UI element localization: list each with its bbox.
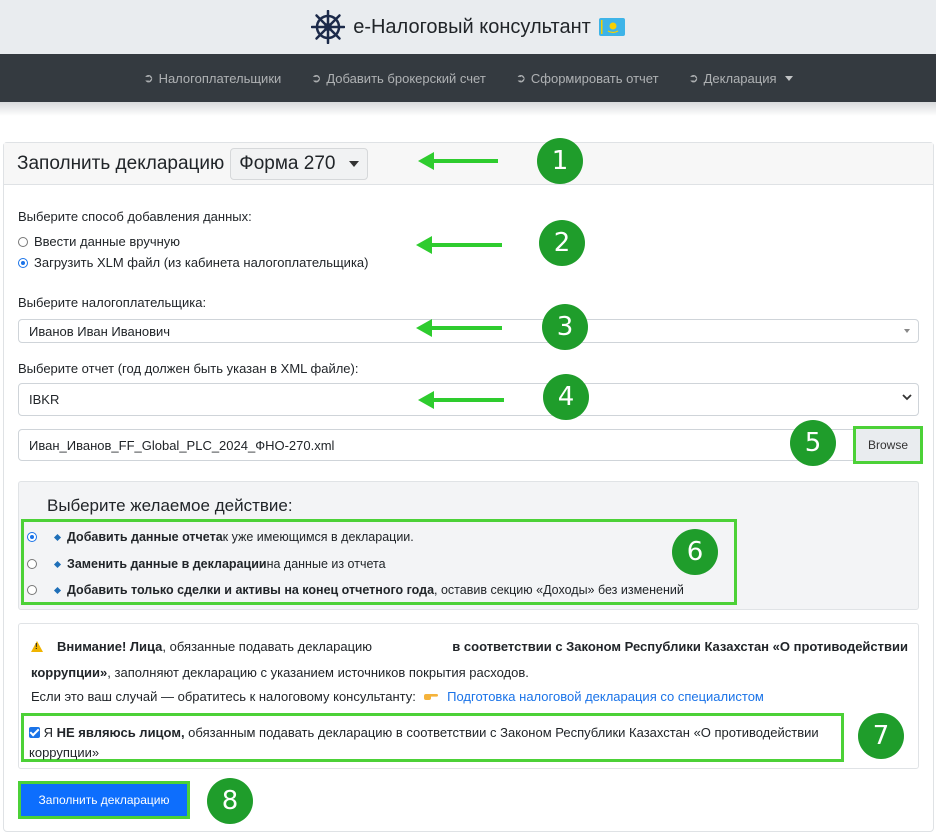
nav-item-add-broker-account[interactable]: ➲ Добавить брокерский счет <box>311 71 486 86</box>
diamond-bullet-icon <box>53 560 62 568</box>
radio-button[interactable] <box>27 585 37 595</box>
radio-button-checked[interactable] <box>18 257 28 268</box>
action-option-text: на данные из отчета <box>266 557 386 571</box>
form-type-dropdown[interactable]: Форма 270 <box>230 147 369 180</box>
annotation-badge-1: 1 <box>537 138 583 184</box>
warning-panel: Внимание! Лица, обязанные подавать декла… <box>18 623 919 769</box>
warning-line-3: Если это ваш случай — обратитесь к налог… <box>31 689 764 704</box>
warning-line-1-start: Внимание! Лица, обязанные подавать декла… <box>31 639 372 654</box>
caret-down-icon <box>784 75 793 81</box>
report-label: Выберите отчет (год должен быть указан в… <box>18 361 359 376</box>
annotation-badge-8: 8 <box>207 778 253 824</box>
action-panel: Выберите желаемое действие: Добавить дан… <box>18 481 919 610</box>
ship-wheel-icon <box>311 10 346 44</box>
kazakhstan-flag-icon <box>598 18 625 36</box>
warning-text: Если это ваш случай — обратитесь к налог… <box>31 689 416 704</box>
diamond-bullet-icon <box>53 586 62 594</box>
chevron-down-icon <box>902 394 912 401</box>
method-option-label: Ввести данные вручную <box>34 234 181 249</box>
submit-highlight: Заполнить декларацию <box>18 781 190 819</box>
annotation-badge-2: 2 <box>539 220 585 266</box>
confirm-row[interactable]: Я НЕ являюсь лицом, обязанным подавать д… <box>29 725 819 740</box>
method-option-manual[interactable]: Ввести данные вручную <box>18 234 180 249</box>
confirm-line-2: коррупции» <box>29 745 100 760</box>
confirm-checkbox[interactable] <box>29 727 40 738</box>
action-option-text: , оставив секцию «Доходы» без изменений <box>434 583 684 597</box>
warning-bold: Внимание! Лица <box>57 639 163 654</box>
refresh-arrow-icon: ➲ <box>688 71 699 85</box>
annotation-badge-5: 5 <box>790 420 836 466</box>
fill-declaration-button[interactable]: Заполнить декларацию <box>21 784 187 816</box>
browse-button[interactable]: Browse <box>853 426 923 464</box>
refresh-arrow-icon: ➲ <box>143 71 154 85</box>
annotation-badge-6: 6 <box>672 529 718 575</box>
annotation-arrow-2 <box>416 236 502 254</box>
form-type-value: Форма 270 <box>239 152 336 174</box>
warning-line-2: коррупции», заполняют декларацию с указа… <box>31 665 529 680</box>
action-option-replace[interactable]: Заменить данные в декларации на данные и… <box>27 557 386 571</box>
taxpayer-label: Выберите налогоплательщика: <box>18 295 207 310</box>
nav-item-declaration-dropdown[interactable]: ➲ Декларация <box>689 71 793 86</box>
annotation-arrow-1 <box>418 152 498 170</box>
top-bar: е-Налоговый консультант <box>0 0 936 54</box>
refresh-arrow-icon: ➲ <box>515 71 526 85</box>
confirm-text: Я <box>43 725 57 740</box>
taxpayer-value: Иванов Иван Иванович <box>29 323 171 339</box>
action-option-text: к уже имеющимся в декларации. <box>222 530 414 544</box>
annotation-badge-7: 7 <box>858 713 904 759</box>
file-input[interactable]: Иван_Иванов_FF_Global_PLC_2024_ФНО-270.x… <box>18 429 919 461</box>
method-option-upload-xml[interactable]: Загрузить XLM файл (из кабинета налогопл… <box>18 255 368 270</box>
brand[interactable]: е-Налоговый консультант <box>311 10 625 44</box>
file-name: Иван_Иванов_FF_Global_PLC_2024_ФНО-270.x… <box>29 437 335 453</box>
brand-title: е-Налоговый консультант <box>353 15 591 38</box>
pointing-hand-icon <box>424 694 439 700</box>
report-value: IBKR <box>29 392 60 407</box>
nav-item-label: Сформировать отчет <box>530 70 659 86</box>
warning-text: , заполняют декларацию с указанием источ… <box>107 665 529 680</box>
warning-line-1: Внимание! Лица, обязанные подавать декла… <box>31 639 908 654</box>
consultant-link[interactable]: Подготовка налоговой декларация со специ… <box>447 689 764 704</box>
radio-button[interactable] <box>27 559 37 569</box>
nav-item-label: Декларация <box>703 70 777 86</box>
action-option-add[interactable]: Добавить данные отчета к уже имеющимся в… <box>27 530 414 544</box>
action-title: Выберите желаемое действие: <box>47 496 293 515</box>
action-option-bold: Заменить данные в декларации <box>67 557 267 571</box>
warning-icon <box>31 641 43 652</box>
annotation-badge-3: 3 <box>542 304 588 350</box>
card-header: Заполнить декларацию Форма 270 <box>4 143 933 185</box>
nav-item-label: Добавить брокерский счет <box>326 70 486 86</box>
method-option-label: Загрузить XLM файл (из кабинета налогопл… <box>34 255 369 270</box>
annotation-badge-4: 4 <box>543 374 589 420</box>
confirm-bold: НЕ являюсь лицом, <box>56 725 185 740</box>
nav-item-label: Налогоплательщики <box>158 70 282 86</box>
annotation-arrow-3 <box>416 319 502 337</box>
action-option-bold: Добавить только сделки и активы на конец… <box>67 583 435 597</box>
radio-button-checked[interactable] <box>27 532 37 542</box>
refresh-arrow-icon: ➲ <box>311 71 322 85</box>
nav-item-generate-report[interactable]: ➲ Сформировать отчет <box>516 71 659 86</box>
nav-item-taxpayers[interactable]: ➲ Налогоплательщики <box>144 71 282 86</box>
diamond-bullet-icon <box>53 533 62 541</box>
taxpayer-select[interactable]: Иванов Иван Иванович <box>18 319 919 343</box>
warning-text: , обязанные подавать декларацию <box>162 639 373 654</box>
caret-down-icon <box>349 160 360 167</box>
caret-down-icon <box>904 329 910 333</box>
warning-bold: коррупции» <box>31 665 108 680</box>
page-title: Заполнить декларацию <box>17 152 225 174</box>
header-shadow <box>0 102 936 116</box>
annotation-arrow-4 <box>418 391 504 409</box>
action-option-bold: Добавить данные отчета <box>67 530 223 544</box>
method-label: Выберите способ добавления данных: <box>18 209 252 224</box>
confirm-text: обязанным подавать декларацию в соответс… <box>184 725 819 740</box>
action-option-deals-only[interactable]: Добавить только сделки и активы на конец… <box>27 583 684 597</box>
main-navbar: ➲ Налогоплательщики ➲ Добавить брокерски… <box>0 54 936 102</box>
warning-bold: в соответствии с Законом Республики Каза… <box>452 639 908 654</box>
radio-button[interactable] <box>18 236 28 247</box>
